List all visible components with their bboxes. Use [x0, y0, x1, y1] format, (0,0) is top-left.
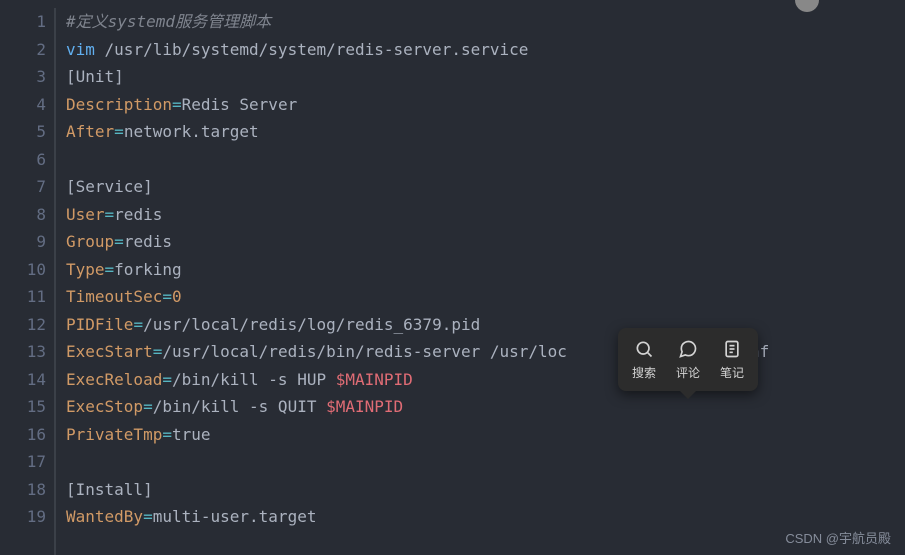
code-line: [Service]: [66, 173, 905, 201]
code-line: PIDFile=/usr/local/redis/log/redis_6379.…: [66, 311, 905, 339]
search-button[interactable]: 搜索: [632, 338, 656, 381]
code-editor: 12345678910111213141516171819 #定义systemd…: [0, 0, 905, 555]
comment-label: 评论: [676, 364, 700, 381]
code-line: ExecStop=/bin/kill -s QUIT $MAINPID: [66, 393, 905, 421]
code-line: #定义systemd服务管理脚本: [66, 8, 905, 36]
line-number: 10: [0, 256, 46, 284]
line-number: 9: [0, 228, 46, 256]
code-line: [66, 146, 905, 174]
comment-icon: [677, 338, 699, 360]
search-label: 搜索: [632, 364, 656, 381]
line-number: 2: [0, 36, 46, 64]
code-line: TimeoutSec=0: [66, 283, 905, 311]
line-gutter: 12345678910111213141516171819: [0, 8, 54, 555]
search-icon: [633, 338, 655, 360]
code-line: ExecStart=/usr/local/redis/bin/redis-ser…: [66, 338, 905, 366]
line-number: 11: [0, 283, 46, 311]
note-label: 笔记: [720, 364, 744, 381]
selection-tooltip: 搜索 评论 笔记: [618, 328, 758, 391]
line-number: 5: [0, 118, 46, 146]
code-line: PrivateTmp=true: [66, 421, 905, 449]
line-number: 12: [0, 311, 46, 339]
line-number: 19: [0, 503, 46, 531]
code-line: Type=forking: [66, 256, 905, 284]
code-line: Description=Redis Server: [66, 91, 905, 119]
note-button[interactable]: 笔记: [720, 338, 744, 381]
line-number: 15: [0, 393, 46, 421]
code-line: vim /usr/lib/systemd/system/redis-server…: [66, 36, 905, 64]
line-number: 6: [0, 146, 46, 174]
code-content[interactable]: #定义systemd服务管理脚本vim /usr/lib/systemd/sys…: [54, 8, 905, 555]
line-number: 13: [0, 338, 46, 366]
note-icon: [721, 338, 743, 360]
line-number: 18: [0, 476, 46, 504]
code-line: After=network.target: [66, 118, 905, 146]
code-line: [66, 448, 905, 476]
line-number: 8: [0, 201, 46, 229]
line-number: 4: [0, 91, 46, 119]
line-number: 3: [0, 63, 46, 91]
line-number: 14: [0, 366, 46, 394]
code-line: ExecReload=/bin/kill -s HUP $MAINPID: [66, 366, 905, 394]
code-line: [Install]: [66, 476, 905, 504]
line-number: 7: [0, 173, 46, 201]
line-number: 1: [0, 8, 46, 36]
comment-button[interactable]: 评论: [676, 338, 700, 381]
code-line: WantedBy=multi-user.target: [66, 503, 905, 531]
line-number: 17: [0, 448, 46, 476]
watermark: CSDN @宇航员殿: [785, 528, 891, 547]
code-line: Group=redis: [66, 228, 905, 256]
code-line: [Unit]: [66, 63, 905, 91]
line-number: 16: [0, 421, 46, 449]
code-line: User=redis: [66, 201, 905, 229]
